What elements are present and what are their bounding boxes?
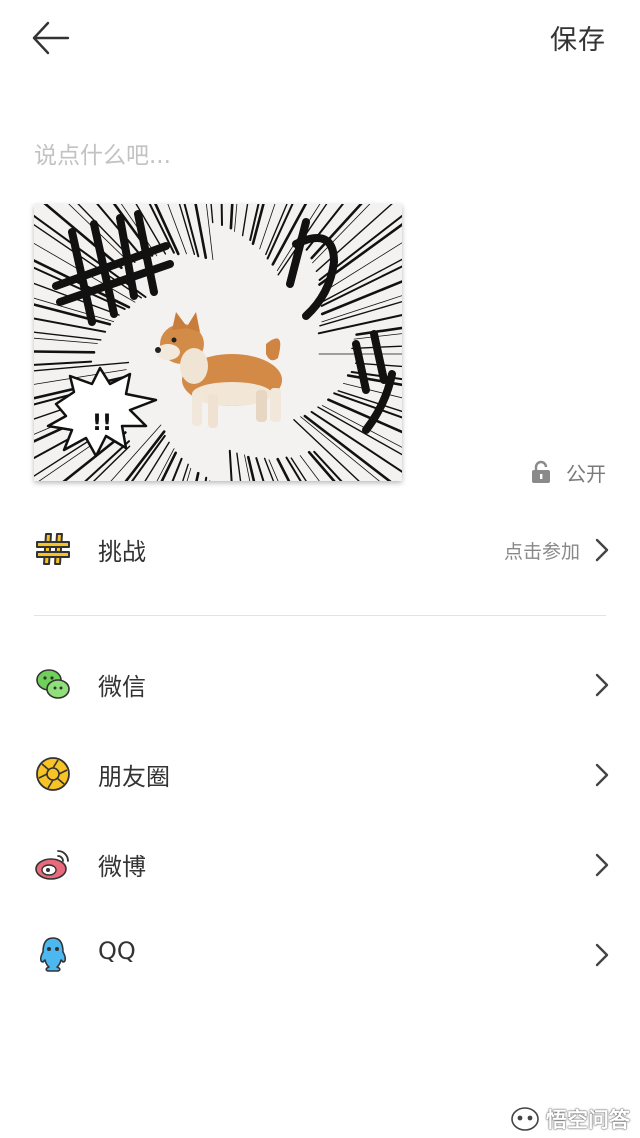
chevron-right-icon	[595, 538, 609, 562]
share-row-wechat[interactable]: 微信	[0, 645, 640, 725]
wechat-icon	[36, 669, 70, 699]
caption-input[interactable]	[34, 134, 606, 178]
chevron-right-icon	[595, 943, 609, 967]
share-label-weibo: 微博	[98, 853, 146, 881]
weibo-icon	[35, 850, 69, 880]
share-row-moments[interactable]: 朋友圈	[0, 735, 640, 815]
hashtag-icon	[36, 533, 70, 565]
save-button[interactable]: 保存	[550, 18, 606, 57]
arrow-left-icon	[32, 21, 70, 55]
privacy-label: 公开	[566, 461, 606, 486]
back-button[interactable]	[26, 16, 76, 60]
share-label-qq: QQ	[98, 937, 136, 965]
challenge-hint: 点击参加	[503, 541, 580, 563]
share-label-moments: 朋友圈	[98, 763, 170, 791]
privacy-toggle[interactable]: 公开	[530, 458, 606, 486]
watermark-text: 悟空问答	[546, 1108, 630, 1132]
wukong-logo-icon	[511, 1107, 539, 1131]
challenge-label: 挑战	[98, 538, 146, 566]
chevron-right-icon	[595, 673, 609, 697]
svg-text:!!: !!	[92, 411, 112, 436]
qq-icon	[39, 937, 67, 972]
challenge-row[interactable]: 挑战 点击参加	[0, 510, 640, 590]
share-row-qq[interactable]: QQ	[0, 915, 640, 995]
chevron-right-icon	[595, 763, 609, 787]
share-label-wechat: 微信	[98, 673, 146, 701]
lock-icon	[532, 460, 550, 483]
photo-thumbnail[interactable]: !!	[34, 204, 402, 481]
section-divider	[34, 615, 606, 616]
manga-shiba-photo: !!	[34, 204, 402, 481]
top-bar: 保存	[0, 0, 640, 76]
chevron-right-icon	[595, 853, 609, 877]
watermark: 悟空问答	[510, 1104, 630, 1134]
share-row-weibo[interactable]: 微博	[0, 825, 640, 905]
moments-icon	[36, 757, 70, 791]
